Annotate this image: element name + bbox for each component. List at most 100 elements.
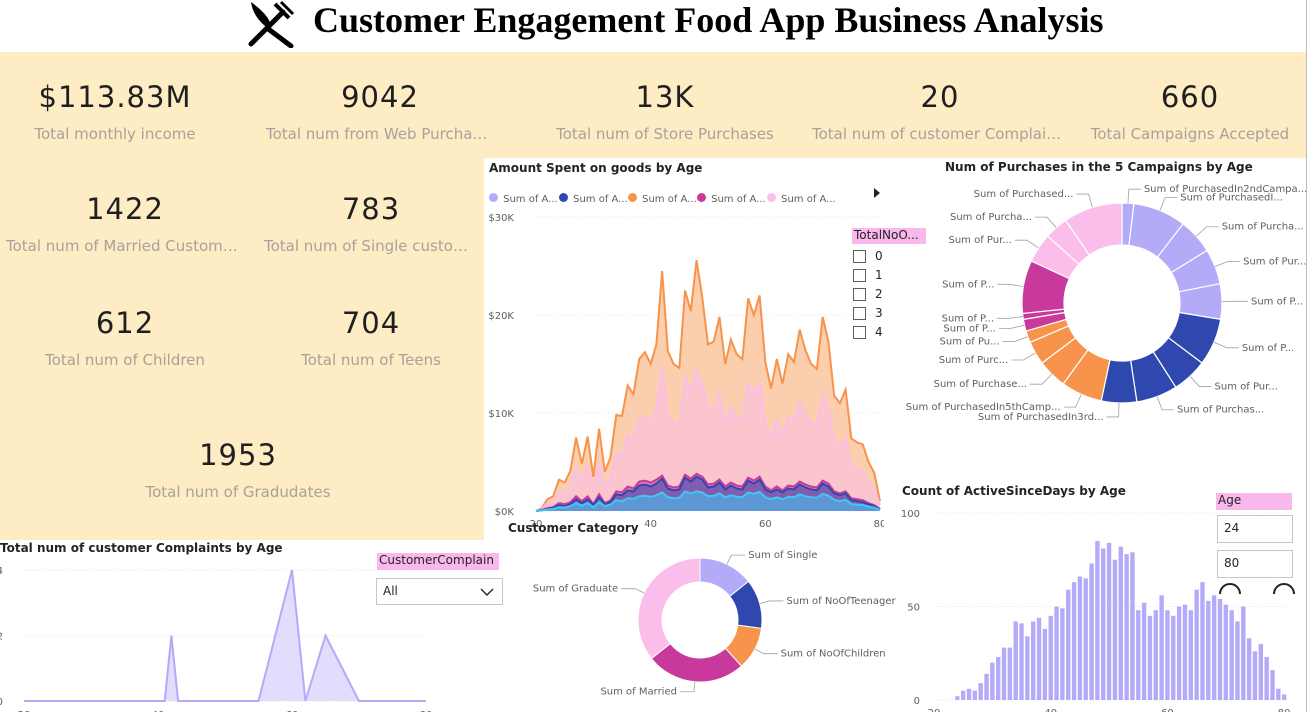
checkbox[interactable] bbox=[853, 307, 866, 320]
donut-data-label: Sum of PurchasedIn5thCamp... bbox=[906, 402, 1061, 413]
complaints-area-chart[interactable]: 02420406080 bbox=[0, 558, 440, 712]
donut-data-label: Sum of Single bbox=[748, 550, 817, 561]
histogram-bar bbox=[1001, 647, 1007, 700]
donut-data-label: Sum of Married bbox=[600, 687, 677, 698]
histogram-bar bbox=[1200, 582, 1205, 700]
legend-item[interactable]: Sum of A... bbox=[489, 187, 558, 206]
histogram-bar bbox=[1066, 589, 1071, 700]
donut-leader-line bbox=[754, 648, 778, 655]
histogram-bar bbox=[1176, 606, 1182, 700]
histogram-bar bbox=[996, 656, 1001, 700]
kpi-card-store-purchases[interactable]: 13K Total num of Store Purchases bbox=[545, 52, 785, 158]
histogram-bar bbox=[1153, 610, 1158, 700]
histogram-bar bbox=[1165, 610, 1170, 700]
legend-item[interactable]: Sum of A... bbox=[559, 187, 628, 206]
kpi-card-campaigns[interactable]: 660 Total Campaigns Accepted bbox=[1074, 52, 1306, 158]
age-min-input[interactable]: 24 bbox=[1217, 515, 1293, 543]
donut-data-label: Sum of PurchasedIn3rd... bbox=[978, 412, 1104, 423]
histogram-bar bbox=[1264, 656, 1269, 700]
donut-leader-line bbox=[1156, 396, 1175, 411]
amount-spent-legend[interactable]: Sum of A... Sum of A... Sum of A... Sum … bbox=[489, 187, 881, 206]
donut-leader-line bbox=[1159, 197, 1178, 211]
donut-data-label: Sum of P... bbox=[1242, 343, 1294, 354]
kpi-label: Total num of Married Customers bbox=[6, 237, 246, 255]
donut-data-label: Sum of P... bbox=[942, 279, 994, 290]
checkbox[interactable] bbox=[853, 269, 866, 282]
x-tick-label: 80 bbox=[874, 519, 884, 527]
customer-category-donut-chart[interactable]: Sum of Single Sum of NoOfTeenager Sum of N… bbox=[500, 540, 900, 712]
legend-item[interactable]: Sum of A... bbox=[697, 187, 766, 206]
kpi-value: 20 bbox=[920, 80, 960, 114]
donut-data-label: Sum of Pur... bbox=[1215, 382, 1278, 393]
kpi-card-children[interactable]: 612 Total num of Children bbox=[0, 276, 250, 384]
x-tick-label: 40 bbox=[644, 519, 657, 527]
legend-next-arrow-icon[interactable] bbox=[873, 188, 881, 198]
y-tick-label: 0 bbox=[914, 696, 920, 707]
amount-spent-chart-title: Amount Spent on goods by Age bbox=[489, 161, 703, 175]
histogram-bar bbox=[1083, 578, 1088, 700]
x-tick-label: 20 bbox=[928, 708, 941, 712]
amount-spent-area-chart[interactable]: $0K$10K$20K$30K20 40 60 80 bbox=[484, 205, 884, 527]
kpi-value: 9042 bbox=[341, 80, 419, 114]
donut-data-label: Sum of Purc... bbox=[939, 355, 1009, 366]
totalno-slicer-option[interactable]: 1 bbox=[853, 268, 893, 284]
customer-complain-dropdown[interactable]: All bbox=[376, 578, 503, 605]
donut-data-label: Sum of Graduate bbox=[533, 584, 618, 595]
checkbox[interactable] bbox=[853, 288, 866, 301]
kpi-value: 1953 bbox=[199, 438, 277, 472]
kpi-card-complaints[interactable]: 20 Total num of customer Complaints bbox=[806, 52, 1074, 158]
histogram-bar bbox=[1188, 610, 1193, 700]
kpi-label: Total num of Children bbox=[45, 351, 205, 369]
legend-item[interactable]: Sum of A... bbox=[628, 187, 697, 206]
donut-data-label: Sum of PurchasedI... bbox=[1180, 193, 1283, 204]
kpi-card-teens[interactable]: 704 Total num of Teens bbox=[258, 276, 484, 384]
histogram-bar bbox=[1182, 604, 1188, 700]
kpi-card-single[interactable]: 783 Total num of Single custom... bbox=[258, 160, 484, 270]
donut-data-label: Sum of Purcha... bbox=[950, 212, 1032, 223]
x-tick-label: 60 bbox=[1161, 708, 1174, 712]
histogram-bar bbox=[1246, 638, 1252, 700]
donut-data-label: Sum of Pur... bbox=[948, 235, 1011, 246]
kpi-card-income[interactable]: $113.83M Total monthly income bbox=[0, 52, 230, 158]
age-slicer-header: Age bbox=[1216, 493, 1292, 510]
kpi-card-graduates[interactable]: 1953 Total num of Gradudates bbox=[0, 392, 476, 538]
age-range-slider[interactable] bbox=[1217, 582, 1297, 596]
totalno-slicer-option[interactable]: 4 bbox=[853, 325, 893, 341]
histogram-bar bbox=[955, 696, 960, 700]
histogram-bar bbox=[1136, 610, 1141, 700]
kpi-value: $113.83M bbox=[38, 80, 192, 114]
histogram-bar bbox=[1211, 595, 1217, 700]
histogram-bar bbox=[1171, 615, 1176, 700]
histogram-bar bbox=[1060, 608, 1065, 700]
age-max-input[interactable]: 80 bbox=[1217, 550, 1293, 578]
y-tick-label: $20K bbox=[488, 311, 514, 322]
histogram-bar bbox=[1054, 606, 1059, 700]
x-tick-label: 40 bbox=[1044, 708, 1057, 712]
legend-item[interactable]: Sum of A... bbox=[767, 187, 836, 206]
histogram-bar bbox=[1147, 615, 1153, 700]
kpi-label: Total num from Web Purchases bbox=[266, 125, 498, 143]
checkbox[interactable] bbox=[853, 326, 866, 339]
donut-leader-line bbox=[1196, 226, 1219, 237]
x-tick-label: 60 bbox=[759, 519, 772, 527]
donut-data-label: Sum of NoOfTeenager bbox=[786, 596, 896, 607]
campaign-donut-title: Num of Purchases in the 5 Campaigns by A… bbox=[945, 160, 1253, 174]
donut-data-label: Sum of Purchas... bbox=[1177, 405, 1264, 416]
histogram-bar bbox=[1194, 589, 1199, 700]
histogram-bar bbox=[1025, 636, 1030, 700]
totalno-slicer-option[interactable]: 3 bbox=[853, 306, 893, 322]
histogram-bar bbox=[1019, 623, 1024, 700]
histogram-bar bbox=[966, 688, 972, 700]
totalno-slicer-option[interactable]: 2 bbox=[853, 287, 893, 303]
kpi-label: Total num of Single custom... bbox=[264, 237, 482, 255]
checkbox[interactable] bbox=[853, 250, 866, 263]
checkbox-label: 1 bbox=[875, 268, 883, 282]
kpi-card-married[interactable]: 1422 Total num of Married Customers bbox=[0, 160, 250, 270]
histogram-bar bbox=[1252, 651, 1258, 700]
kpi-card-web-purchases[interactable]: 9042 Total num from Web Purchases bbox=[260, 52, 500, 158]
campaign-donut-chart[interactable]: Sum of PurchasedIn2ndCampa...Sum of Purc… bbox=[900, 180, 1306, 448]
histogram-bar bbox=[984, 673, 989, 700]
histogram-bar bbox=[1095, 541, 1100, 700]
totalno-slicer-option[interactable]: 0 bbox=[853, 249, 893, 265]
kpi-label: Total num of Gradudates bbox=[145, 483, 331, 501]
